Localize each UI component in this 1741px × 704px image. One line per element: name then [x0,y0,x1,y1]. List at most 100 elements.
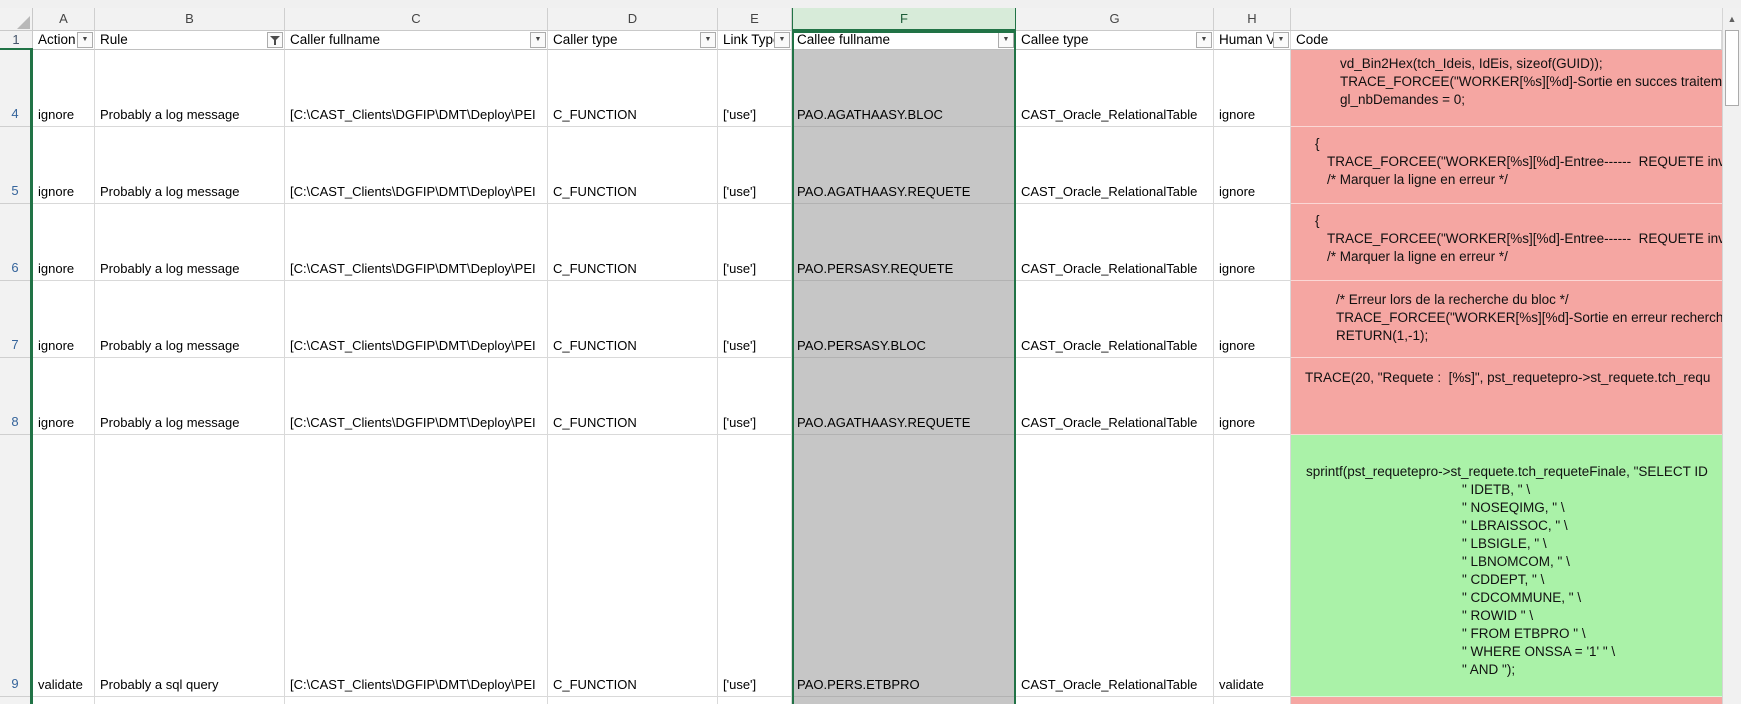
cell-code-7[interactable]: /* Erreur lors de la recherche du bloc *… [1291,281,1722,358]
cell-H7[interactable]: ignore [1214,281,1291,358]
column-letter-D[interactable]: D [548,8,718,30]
cell-B5[interactable]: Probably a log message [95,127,285,204]
cell-B-partial[interactable] [95,697,285,704]
select-all-corner[interactable] [0,8,33,30]
cell-G7[interactable]: CAST_Oracle_RelationalTable [1016,281,1214,358]
row-number-9[interactable]: 9 [0,435,30,697]
row-number-8[interactable]: 8 [0,358,30,435]
cell-E4[interactable]: ['use'] [718,50,792,127]
filter-dropdown-icon[interactable]: ▼ [998,32,1014,48]
filter-dropdown-icon[interactable]: ▼ [77,32,93,48]
cell-E6[interactable]: ['use'] [718,204,792,281]
cell-H8[interactable]: ignore [1214,358,1291,435]
cell-code-9[interactable]: sprintf(pst_requetepro->st_requete.tch_r… [1291,435,1722,697]
cell-A7[interactable]: ignore [33,281,95,358]
column-header-caller-fullname[interactable]: Caller fullname ▼ [285,31,548,50]
vertical-scrollbar[interactable]: ▲ [1722,8,1741,704]
column-header-action[interactable]: Action ▼ [33,31,95,50]
cell-B9[interactable]: Probably a sql query [95,435,285,697]
cell-E5[interactable]: ['use'] [718,127,792,204]
cell-H5[interactable]: ignore [1214,127,1291,204]
column-header-caller-type[interactable]: Caller type ▼ [548,31,718,50]
row-number-6[interactable]: 6 [0,204,30,281]
code-line: vd_Bin2Hex(tch_Ideis, IdEis, sizeof(GUID… [1291,55,1722,73]
cell-E7[interactable]: ['use'] [718,281,792,358]
cell-G4[interactable]: CAST_Oracle_RelationalTable [1016,50,1214,127]
cell-F9[interactable]: PAO.PERS.ETBPRO [792,435,1016,697]
column-letter-B[interactable]: B [95,8,285,30]
filter-dropdown-icon[interactable]: ▼ [1273,32,1289,48]
column-header-human-validation[interactable]: Human V ▼ [1214,31,1291,50]
cell-code-partial[interactable] [1291,697,1722,704]
cell-F-partial[interactable] [792,697,1016,704]
cell-E-partial[interactable] [718,697,792,704]
cell-E8[interactable]: ['use'] [718,358,792,435]
cell-code-4[interactable]: vd_Bin2Hex(tch_Ideis, IdEis, sizeof(GUID… [1291,50,1722,127]
cell-C4[interactable]: [C:\CAST_Clients\DGFIP\DMT\Deploy\PEI [285,50,548,127]
row-number-4[interactable]: 4 [0,50,30,127]
cell-D5[interactable]: C_FUNCTION [548,127,718,204]
cell-F4[interactable]: PAO.AGATHAASY.BLOC [792,50,1016,127]
column-header-callee-fullname[interactable]: Callee fullname ▼ [792,31,1016,50]
cell-D6[interactable]: C_FUNCTION [548,204,718,281]
cell-C5[interactable]: [C:\CAST_Clients\DGFIP\DMT\Deploy\PEI [285,127,548,204]
cell-C8[interactable]: [C:\CAST_Clients\DGFIP\DMT\Deploy\PEI [285,358,548,435]
filter-dropdown-icon[interactable]: ▼ [700,32,716,48]
cell-code-8[interactable]: TRACE(20, "Requete : [%s]", pst_requetep… [1291,358,1722,435]
cell-A-partial[interactable] [33,697,95,704]
cell-C9[interactable]: [C:\CAST_Clients\DGFIP\DMT\Deploy\PEI [285,435,548,697]
cell-G-partial[interactable] [1016,697,1214,704]
cell-B7[interactable]: Probably a log message [95,281,285,358]
cell-B6[interactable]: Probably a log message [95,204,285,281]
cell-H4[interactable]: ignore [1214,50,1291,127]
filter-dropdown-icon[interactable]: ▼ [530,32,546,48]
column-header-link-type[interactable]: Link Type ▼ [718,31,792,50]
cell-G6[interactable]: CAST_Oracle_RelationalTable [1016,204,1214,281]
scrollbar-thumb[interactable] [1725,30,1739,106]
header-row: 1 Action ▼ Rule Caller fullname ▼ Caller… [0,31,1722,50]
cell-H6[interactable]: ignore [1214,204,1291,281]
cell-A5[interactable]: ignore [33,127,95,204]
cell-D4[interactable]: C_FUNCTION [548,50,718,127]
cell-D9[interactable]: C_FUNCTION [548,435,718,697]
cell-D7[interactable]: C_FUNCTION [548,281,718,358]
cell-F7[interactable]: PAO.PERSASY.BLOC [792,281,1016,358]
column-header-code[interactable]: Code [1291,31,1722,50]
row-number-7[interactable]: 7 [0,281,30,358]
cell-G5[interactable]: CAST_Oracle_RelationalTable [1016,127,1214,204]
cell-code-5[interactable]: {TRACE_FORCEE("WORKER[%s][%d]-Entree----… [1291,127,1722,204]
filter-dropdown-icon[interactable]: ▼ [774,32,790,48]
cell-A4[interactable]: ignore [33,50,95,127]
cell-F6[interactable]: PAO.PERSASY.REQUETE [792,204,1016,281]
cell-B8[interactable]: Probably a log message [95,358,285,435]
cell-F8[interactable]: PAO.AGATHAASY.REQUETE [792,358,1016,435]
filter-funnel-icon[interactable] [267,32,283,48]
cell-D8[interactable]: C_FUNCTION [548,358,718,435]
column-header-rule[interactable]: Rule [95,31,285,50]
cell-A9[interactable]: validate [33,435,95,697]
cell-C7[interactable]: [C:\CAST_Clients\DGFIP\DMT\Deploy\PEI [285,281,548,358]
cell-B4[interactable]: Probably a log message [95,50,285,127]
cell-G8[interactable]: CAST_Oracle_RelationalTable [1016,358,1214,435]
cell-E9[interactable]: ['use'] [718,435,792,697]
cell-F5[interactable]: PAO.AGATHAASY.REQUETE [792,127,1016,204]
cell-D-partial[interactable] [548,697,718,704]
cell-A6[interactable]: ignore [33,204,95,281]
cell-C6[interactable]: [C:\CAST_Clients\DGFIP\DMT\Deploy\PEI [285,204,548,281]
column-letter-F[interactable]: F [792,8,1016,31]
cell-A8[interactable]: ignore [33,358,95,435]
scroll-up-icon[interactable]: ▲ [1723,10,1741,28]
column-header-callee-type[interactable]: Callee type ▼ [1016,31,1214,50]
cell-C-partial[interactable] [285,697,548,704]
column-letter-G[interactable]: G [1016,8,1214,30]
column-letter-E[interactable]: E [718,8,792,30]
column-letter-C[interactable]: C [285,8,548,30]
cell-H-partial[interactable] [1214,697,1291,704]
filter-dropdown-icon[interactable]: ▼ [1196,32,1212,48]
row-number-5[interactable]: 5 [0,127,30,204]
cell-code-6[interactable]: {TRACE_FORCEE("WORKER[%s][%d]-Entree----… [1291,204,1722,281]
column-letter-H[interactable]: H [1214,8,1291,30]
cell-G9[interactable]: CAST_Oracle_RelationalTable [1016,435,1214,697]
cell-H9[interactable]: validate [1214,435,1291,697]
column-letter-A[interactable]: A [33,8,95,30]
